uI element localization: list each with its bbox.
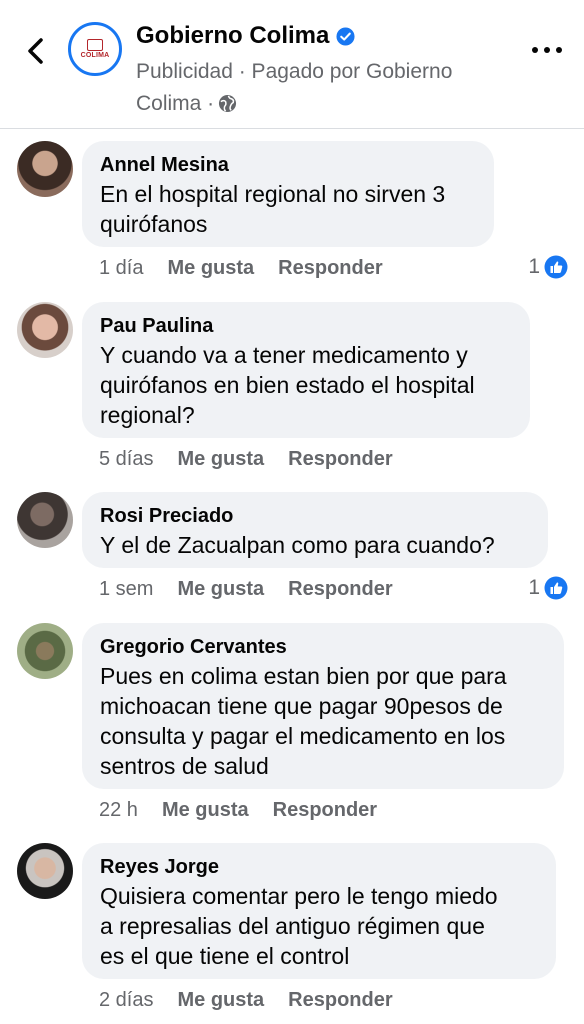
- comment-bubble[interactable]: Pau Paulina Y cuando va a tener medicame…: [82, 302, 530, 438]
- sponsored-info: Publicidad · Pagado por Gobierno Colima …: [136, 56, 516, 120]
- avatar[interactable]: [17, 623, 73, 679]
- reply-button[interactable]: Responder: [288, 578, 392, 601]
- like-button[interactable]: Me gusta: [167, 257, 254, 280]
- comment-bubble[interactable]: Reyes Jorge Quisiera comentar pero le te…: [82, 843, 556, 979]
- comment-time[interactable]: 2 días: [99, 989, 153, 1012]
- comment-text: Pues en colima estan bien por que para m…: [100, 663, 507, 779]
- page-logo: COLIMA: [81, 39, 110, 59]
- comment-actions: 22 h Me gusta Responder: [99, 799, 377, 822]
- like-button[interactable]: Me gusta: [177, 578, 264, 601]
- verified-badge-icon: [336, 26, 355, 46]
- post-header: COLIMA Gobierno Colima Publicidad · Paga…: [0, 0, 584, 129]
- sponsored-line: Publicidad · Pagado por Gobierno: [136, 60, 453, 83]
- comment-actions: 5 días Me gusta Responder: [99, 448, 393, 471]
- comment-text: Y cuando va a tener medicamento y quiróf…: [100, 342, 475, 428]
- comment-actions: 2 días Me gusta Responder: [99, 989, 393, 1012]
- like-button[interactable]: Me gusta: [177, 989, 264, 1012]
- comment-author[interactable]: Rosi Preciado: [100, 502, 530, 530]
- comment-bubble[interactable]: Annel Mesina En el hospital regional no …: [82, 141, 494, 247]
- reply-button[interactable]: Responder: [273, 799, 377, 822]
- avatar[interactable]: [17, 843, 73, 899]
- page-avatar[interactable]: COLIMA: [68, 22, 122, 76]
- comment-time[interactable]: 1 día: [99, 257, 143, 280]
- comment-author[interactable]: Gregorio Cervantes: [100, 633, 546, 661]
- like-button[interactable]: Me gusta: [177, 448, 264, 471]
- chevron-left-icon: [28, 38, 43, 64]
- reaction-count[interactable]: 1: [528, 255, 568, 279]
- reply-button[interactable]: Responder: [288, 448, 392, 471]
- like-button[interactable]: Me gusta: [162, 799, 249, 822]
- comment-author[interactable]: Reyes Jorge: [100, 853, 538, 881]
- comment-actions: 1 sem Me gusta Responder: [99, 578, 393, 601]
- reaction-count[interactable]: 1: [528, 576, 568, 600]
- globe-icon: [219, 94, 237, 113]
- comment-author[interactable]: Pau Paulina: [100, 312, 512, 340]
- comment-bubble[interactable]: Rosi Preciado Y el de Zacualpan como par…: [82, 492, 548, 568]
- page-title[interactable]: Gobierno Colima: [136, 22, 329, 50]
- reply-button[interactable]: Responder: [278, 257, 382, 280]
- reply-button[interactable]: Responder: [288, 989, 392, 1012]
- comment-author[interactable]: Annel Mesina: [100, 151, 476, 179]
- like-reaction-icon: [544, 576, 568, 600]
- comment-time[interactable]: 1 sem: [99, 578, 153, 601]
- avatar[interactable]: [17, 302, 73, 358]
- comment-text: Quisiera comentar pero le tengo miedo a …: [100, 883, 498, 969]
- avatar[interactable]: [17, 141, 73, 197]
- comment-time[interactable]: 5 días: [99, 448, 153, 471]
- comment-text: Y el de Zacualpan como para cuando?: [100, 532, 495, 558]
- like-reaction-icon: [544, 255, 568, 279]
- avatar[interactable]: [17, 492, 73, 548]
- sponsored-line-2: Colima ·: [136, 88, 516, 120]
- comment-bubble[interactable]: Gregorio Cervantes Pues en colima estan …: [82, 623, 564, 789]
- comment-text: En el hospital regional no sirven 3 quir…: [100, 181, 446, 237]
- comment-time[interactable]: 22 h: [99, 799, 138, 822]
- comment-actions: 1 día Me gusta Responder: [99, 257, 383, 280]
- more-options-button[interactable]: [532, 38, 562, 62]
- back-button[interactable]: [20, 34, 50, 68]
